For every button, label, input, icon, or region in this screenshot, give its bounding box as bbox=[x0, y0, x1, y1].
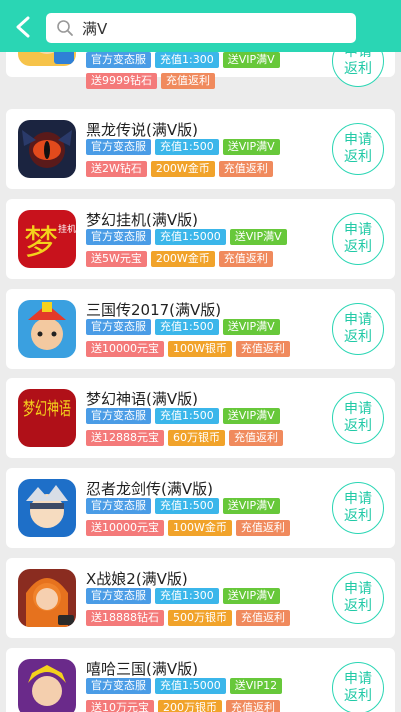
tag-rebate: 充值返利 bbox=[236, 610, 290, 626]
game-title: X战娘2(满V版) bbox=[86, 570, 188, 588]
tag-rebate: 充值返利 bbox=[229, 430, 283, 446]
tag-currency: 100W金币 bbox=[168, 520, 232, 536]
tag-official: 官方变态服 bbox=[86, 678, 151, 694]
tag-gift: 送2W钻石 bbox=[86, 161, 147, 177]
game-card[interactable]: 三国传2017(满V版) 官方变态服 充值1:500 送VIP满V 送10000… bbox=[6, 289, 395, 369]
apply-rebate-button[interactable]: 申请返利 bbox=[332, 662, 384, 712]
game-card[interactable]: X战娘2(满V版) 官方变态服 充值1:300 送VIP满V 送18888钻石 … bbox=[6, 558, 395, 638]
tag-rebate: 充值返利 bbox=[161, 73, 215, 89]
tag-currency: 200W金币 bbox=[150, 251, 215, 267]
tag-rebate: 充值返利 bbox=[235, 520, 290, 536]
game-title: 黑龙传说(满V版) bbox=[86, 121, 198, 139]
apply-rebate-button[interactable]: 申请返利 bbox=[332, 123, 384, 175]
tag-recharge-ratio: 充值1:5000 bbox=[155, 678, 226, 694]
tag-gift: 送10000元宝 bbox=[86, 520, 164, 536]
apply-rebate-button[interactable]: 申请返利 bbox=[332, 572, 384, 624]
game-title: 忍者龙剑传(满V版) bbox=[86, 480, 213, 498]
game-card[interactable]: 黑龙传说(满V版) 官方变态服 充值1:500 送VIP满V 送2W钻石 200… bbox=[6, 109, 395, 189]
game-title: 梦幻挂机(满V版) bbox=[86, 211, 198, 229]
tag-recharge-ratio: 充值1:500 bbox=[155, 408, 219, 424]
game-icon-ninja bbox=[18, 479, 76, 537]
game-icon-hiphop-three-kingdoms bbox=[18, 659, 76, 712]
game-icon-x-warrior bbox=[18, 569, 76, 627]
apply-rebate-button[interactable]: 申请返利 bbox=[332, 213, 384, 265]
tag-official: 官方变态服 bbox=[86, 139, 151, 155]
tag-recharge-ratio: 充值1:5000 bbox=[155, 229, 226, 245]
tag-currency: 200W金币 bbox=[150, 161, 215, 177]
tag-vip: 送VIP满V bbox=[222, 498, 280, 514]
tag-vip: 送VIP满V bbox=[222, 139, 280, 155]
tag-vip: 送VIP12 bbox=[229, 678, 283, 694]
chevron-left-icon bbox=[16, 16, 30, 38]
icon-glyph: 梦 bbox=[24, 223, 58, 263]
game-card[interactable]: 梦幻神语 梦幻神语(满V版) 官方变态服 充值1:500 送VIP满V 送128… bbox=[6, 378, 395, 458]
tag-currency: 100W银币 bbox=[168, 341, 232, 357]
apply-rebate-button[interactable]: 申请返利 bbox=[332, 392, 384, 444]
game-icon-three-kingdoms bbox=[18, 300, 76, 358]
tag-official: 官方变态服 bbox=[86, 408, 151, 424]
tag-official: 官方变态服 bbox=[86, 229, 151, 245]
apply-rebate-button[interactable]: 申请返利 bbox=[332, 482, 384, 534]
tag-rebate: 充值返利 bbox=[226, 700, 280, 712]
tag-vip: 送VIP满V bbox=[222, 319, 280, 335]
search-input[interactable] bbox=[82, 19, 342, 37]
tag-currency: 200万银币 bbox=[158, 700, 222, 712]
tag-gift: 送9999钻石 bbox=[86, 73, 157, 89]
game-title: 梦幻神语(满V版) bbox=[86, 390, 198, 408]
tag-official: 官方变态服 bbox=[86, 588, 151, 604]
game-title: 三国传2017(满V版) bbox=[86, 301, 222, 319]
tag-rebate: 充值返利 bbox=[218, 161, 273, 177]
game-card[interactable]: 梦 挂机 梦幻挂机(满V版) 官方变态服 充值1:5000 送VIP满V 送5W… bbox=[6, 199, 395, 279]
tag-recharge-ratio: 充值1:500 bbox=[155, 498, 219, 514]
tag-recharge-ratio: 充值1:300 bbox=[155, 588, 219, 604]
tag-rebate: 充值返利 bbox=[218, 251, 273, 267]
tag-recharge-ratio: 充值1:500 bbox=[155, 139, 219, 155]
apply-rebate-button[interactable]: 申请返利 bbox=[332, 303, 384, 355]
game-icon-dragon bbox=[18, 120, 76, 178]
game-icon-dream-idle: 梦 挂机 bbox=[18, 210, 76, 268]
tag-gift: 送12888元宝 bbox=[86, 430, 164, 446]
search-header bbox=[0, 0, 401, 52]
tag-currency: 60万银币 bbox=[168, 430, 225, 446]
icon-sub-glyph: 挂机 bbox=[58, 223, 76, 235]
back-button[interactable] bbox=[10, 14, 36, 40]
game-title: 嘻哈三国(满V版) bbox=[86, 660, 198, 678]
tag-official: 官方变态服 bbox=[86, 498, 151, 514]
search-icon bbox=[57, 20, 73, 36]
tag-official: 官方变态服 bbox=[86, 52, 151, 68]
game-icon-dream-myth: 梦幻神语 bbox=[18, 389, 76, 447]
tag-official: 官方变态服 bbox=[86, 319, 151, 335]
tag-currency: 500万银币 bbox=[168, 610, 232, 626]
search-bar[interactable] bbox=[46, 13, 356, 43]
game-card[interactable]: 忍者龙剑传(满V版) 官方变态服 充值1:500 送VIP满V 送10000元宝… bbox=[6, 468, 395, 548]
tag-vip: 送VIP满V bbox=[222, 588, 280, 604]
tag-recharge-ratio: 充值1:300 bbox=[155, 52, 219, 68]
game-card[interactable]: 嘻哈三国(满V版) 官方变态服 充值1:5000 送VIP12 送10万元宝 2… bbox=[6, 648, 395, 712]
tag-rebate: 充值返利 bbox=[235, 341, 290, 357]
tag-gift: 送5W元宝 bbox=[86, 251, 147, 267]
tag-gift: 送18888钻石 bbox=[86, 610, 164, 626]
tag-recharge-ratio: 充值1:500 bbox=[155, 319, 219, 335]
tag-vip: 送VIP满V bbox=[222, 408, 280, 424]
tag-vip: 送VIP满V bbox=[222, 52, 280, 68]
tag-gift: 送10万元宝 bbox=[86, 700, 154, 712]
icon-glyph: 梦幻神语 bbox=[23, 399, 71, 420]
tag-vip: 送VIP满V bbox=[229, 229, 287, 245]
tag-gift: 送10000元宝 bbox=[86, 341, 164, 357]
